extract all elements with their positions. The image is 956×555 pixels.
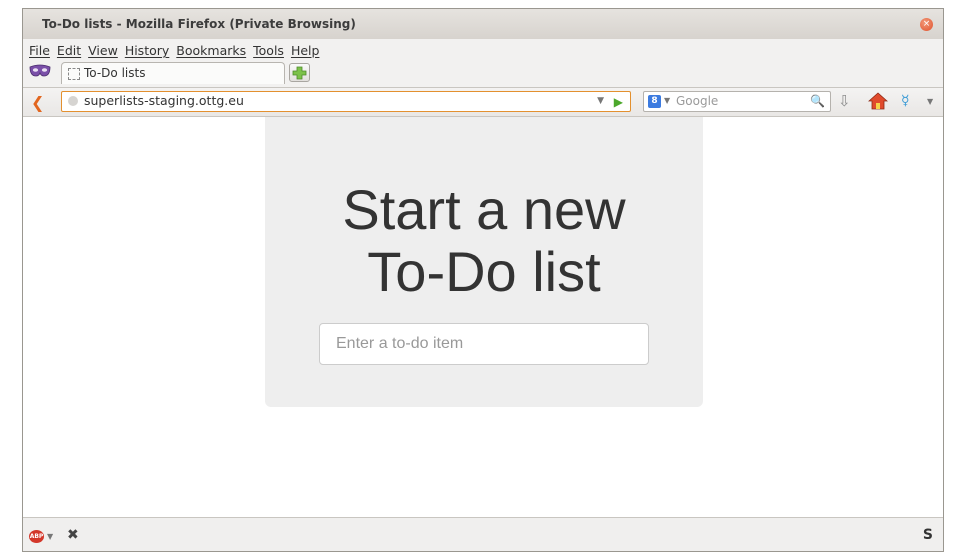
page-content: Start a new To-Do list <box>23 117 943 517</box>
tab-todo-lists[interactable]: To-Do lists <box>61 62 285 84</box>
menu-history[interactable]: History <box>125 41 169 60</box>
close-window-button[interactable]: × <box>920 18 933 31</box>
menu-tools[interactable]: Tools <box>253 41 284 60</box>
heading-line-1: Start a new <box>342 178 626 241</box>
menu-edit[interactable]: Edit <box>57 41 81 60</box>
menu-bar: File Edit View History Bookmarks Tools Help <box>23 40 320 59</box>
url-history-dropdown-icon[interactable]: ▼ <box>597 96 604 106</box>
navigation-toolbar: ❮ superlists-staging.ottg.eu ▼ ▶ 8 ▼ Goo… <box>23 87 943 117</box>
menu-file[interactable]: File <box>29 41 50 60</box>
page-heading: Start a new To-Do list <box>265 179 703 303</box>
adblock-icon[interactable]: ABP <box>29 530 44 543</box>
site-identity-icon[interactable] <box>68 96 78 106</box>
back-button[interactable]: ❮ <box>31 93 44 112</box>
extension-icon[interactable]: ☿ <box>901 93 910 109</box>
go-arrow-icon[interactable]: ▶ <box>614 95 623 109</box>
new-item-input[interactable] <box>319 323 649 365</box>
search-engine-dropdown-icon[interactable]: ▼ <box>664 96 670 105</box>
status-bar: ABP ▼ ✖ S <box>23 517 943 551</box>
tab-strip: To-Do lists <box>23 60 943 87</box>
download-icon[interactable]: ⇩ <box>838 92 851 110</box>
heading-line-2: To-Do list <box>367 240 601 303</box>
jumbotron: Start a new To-Do list <box>265 117 703 407</box>
adblock-dropdown-icon[interactable]: ▼ <box>47 532 53 541</box>
home-icon[interactable] <box>868 92 888 110</box>
search-magnifier-icon[interactable]: 🔍 <box>810 94 825 108</box>
new-tab-button[interactable] <box>289 63 310 82</box>
plus-icon <box>292 66 307 80</box>
s-addon-icon[interactable]: S <box>923 527 933 543</box>
close-addon-bar-icon[interactable]: ✖ <box>67 527 79 543</box>
extension-dropdown-icon[interactable]: ▼ <box>927 97 933 106</box>
search-bar[interactable]: 8 ▼ Google 🔍 <box>643 91 831 112</box>
dotted-page-icon <box>68 68 80 80</box>
url-bar[interactable]: superlists-staging.ottg.eu ▼ ▶ <box>61 91 631 112</box>
menu-bookmarks[interactable]: Bookmarks <box>176 41 246 60</box>
title-bar: To-Do lists - Mozilla Firefox (Private B… <box>23 9 943 39</box>
search-placeholder[interactable]: Google <box>676 94 718 108</box>
menu-view[interactable]: View <box>88 41 118 60</box>
search-engine-icon[interactable]: 8 <box>648 95 661 108</box>
browser-window: To-Do lists - Mozilla Firefox (Private B… <box>22 8 944 552</box>
tab-label: To-Do lists <box>84 66 146 80</box>
window-title: To-Do lists - Mozilla Firefox (Private B… <box>42 17 356 31</box>
menu-help[interactable]: Help <box>291 41 320 60</box>
url-text[interactable]: superlists-staging.ottg.eu <box>84 93 244 108</box>
private-browsing-mask-icon <box>29 64 51 77</box>
